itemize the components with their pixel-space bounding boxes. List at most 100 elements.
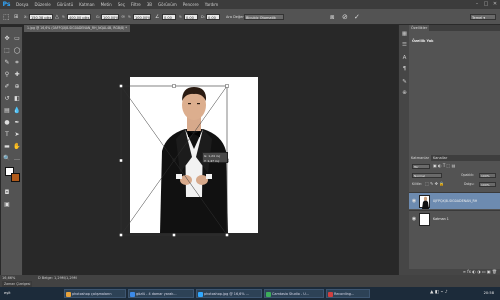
history-brush-tool-icon[interactable]: ↺ <box>3 95 11 103</box>
h-skew-input[interactable]: 0,00 <box>184 14 198 20</box>
relative-position-icon[interactable]: △ <box>55 13 59 21</box>
x-input[interactable]: 150,38 piks <box>29 14 53 20</box>
angle-input[interactable]: 0,00 <box>162 14 176 20</box>
interpolation-select[interactable]: Bicubic Otomatik <box>244 14 284 20</box>
photoshop-icon <box>198 291 203 297</box>
menu-metin[interactable]: Metin <box>98 2 115 7</box>
screen-mode-icon[interactable]: ▣ <box>3 201 11 209</box>
transform-box[interactable] <box>24 32 402 269</box>
layer-name: 0JFPQXJ8-SIG0ADENAN_RH <box>433 199 478 203</box>
maximize-button[interactable]: □ <box>483 1 489 7</box>
clone-source-panel-icon[interactable]: ⊕ <box>401 90 408 97</box>
lasso-tool-icon[interactable]: ◯ <box>13 47 21 55</box>
dodge-tool-icon[interactable]: ● <box>3 119 11 127</box>
paragraph-panel-icon[interactable]: ¶ <box>401 66 408 73</box>
clock[interactable]: 20:58 <box>484 289 494 298</box>
tray-icons[interactable]: ▲ ◧ ⌁ ♪ <box>430 290 448 295</box>
tab-channels[interactable]: Kanallar <box>431 155 449 161</box>
stamp-tool-icon[interactable]: ⊕ <box>13 83 21 91</box>
blur-tool-icon[interactable]: 💧 <box>13 107 21 115</box>
opacity-input[interactable]: 100% <box>479 173 496 178</box>
transform-tool-icon: ⬚ <box>3 13 10 21</box>
quick-select-tool-icon[interactable]: ✎ <box>3 59 11 67</box>
width-input[interactable]: 100,00% <box>101 14 119 20</box>
eraser-tool-icon[interactable]: ◧ <box>13 95 21 103</box>
layer-name: Katman 1 <box>433 217 449 221</box>
lock-label: Kilitle: <box>412 182 422 186</box>
taskbar-item[interactable]: gözlü - 4 damar yarak... <box>128 289 194 298</box>
v-skew-input[interactable]: 0,00 <box>206 14 220 20</box>
y-label: Y: <box>62 15 65 19</box>
minimize-button[interactable]: – <box>474 1 480 7</box>
menu-katman[interactable]: Katman <box>76 2 97 7</box>
layer-filter-select[interactable]: Tür <box>412 164 430 169</box>
close-window-button[interactable]: ✕ <box>492 1 498 7</box>
status-bar: 16,66% D Belge: 1,29M/1,29M Zaman Çizelg… <box>0 275 500 287</box>
taskbar-item[interactable]: photoshop çalışmaların <box>64 289 126 298</box>
menu-dosya[interactable]: Dosya <box>13 2 31 7</box>
eye-icon[interactable]: ◉ <box>411 198 417 204</box>
brush-panel-icon[interactable]: ✎ <box>401 79 408 86</box>
photoshop-logo: Ps <box>2 1 11 8</box>
menu-gorunum[interactable]: Görünüm <box>155 2 180 7</box>
browser-icon <box>130 291 135 297</box>
layer-row[interactable]: ◉ 0JFPQXJ8-SIG0ADENAN_RH <box>409 192 500 209</box>
h-label: Y: <box>128 15 131 19</box>
menu-3b[interactable]: 3B <box>144 2 155 7</box>
cancel-icon[interactable]: ⊘ <box>342 13 348 21</box>
link-icon[interactable]: ∞ <box>121 13 125 21</box>
reference-point-icon[interactable]: ⊞ <box>14 13 18 21</box>
start-button[interactable]: eşit <box>4 289 11 298</box>
layer-row[interactable]: ◉ Katman 1 <box>409 210 500 227</box>
warp-icon[interactable]: ⧈ <box>330 13 334 21</box>
gradient-tool-icon[interactable]: ▤ <box>3 107 11 115</box>
menu-yardim[interactable]: Yardım <box>202 2 221 7</box>
zoom-tool-icon[interactable]: 🔍 <box>3 155 11 163</box>
healing-tool-icon[interactable]: ✚ <box>13 71 21 79</box>
v-skew-label: D: <box>201 15 205 19</box>
menu-filtre[interactable]: Filtre <box>128 2 144 7</box>
check-icon[interactable]: ✓ <box>354 13 360 21</box>
extra-tools-icon[interactable]: … <box>13 155 21 163</box>
move-tool-icon[interactable]: ✥ <box>3 35 11 43</box>
pen-tool-icon[interactable]: ✒ <box>13 119 21 127</box>
filter-icons[interactable]: ▣ ◐ T ⬚ ▤ <box>433 163 455 168</box>
brush-tool-icon[interactable]: ✐ <box>3 83 11 91</box>
history-panel-icon[interactable]: ▦ <box>401 31 408 38</box>
type-tool-icon[interactable]: T <box>3 131 11 139</box>
taskbar-item[interactable]: Camtasia Studio - U... <box>264 289 324 298</box>
h-skew-label: Y: <box>179 15 182 19</box>
transform-readout: G: 1,24 inç Y: 1,47 inç <box>202 152 228 163</box>
shape-tool-icon[interactable]: ▬ <box>3 143 11 151</box>
height-input[interactable]: 100,00% <box>133 14 151 20</box>
blend-mode-select[interactable]: Normal <box>412 173 442 178</box>
taskbar-item[interactable]: photoshop.jpg @ 16,6% ... <box>196 289 262 298</box>
menu-goruntu[interactable]: Görüntü <box>54 2 76 7</box>
artboard-tool-icon[interactable]: ▭ <box>13 35 21 43</box>
menu-sec[interactable]: Seç <box>115 2 128 7</box>
eyedropper-tool-icon[interactable]: ⚲ <box>3 71 11 79</box>
menu-duzenle[interactable]: Düzenle <box>31 2 53 7</box>
x-label: X: <box>24 15 28 19</box>
properties-panel-icon[interactable]: ☰ <box>401 42 408 49</box>
marquee-tool-icon[interactable]: ⬚ <box>3 47 11 55</box>
character-panel-icon[interactable]: A <box>401 55 408 62</box>
layer-thumbnail <box>419 213 430 226</box>
folder-icon <box>66 291 71 297</box>
y-input[interactable]: 400,00 piks <box>67 14 91 20</box>
hand-tool-icon[interactable]: ✋ <box>13 143 21 151</box>
background-color-swatch[interactable] <box>11 173 20 182</box>
taskbar-item[interactable]: Recording... <box>326 289 370 298</box>
document-tab[interactable]: 1.jpg @ 16,6% (0AFFQXJ8-SIG0ADENAN_RH_NQ… <box>24 25 130 32</box>
eye-icon[interactable]: ◉ <box>411 216 417 222</box>
lock-icons[interactable]: ⬚ ✎ ✥ 🔒 <box>425 181 444 186</box>
quick-mask-icon[interactable]: ◘ <box>3 189 11 197</box>
tab-layers[interactable]: Katmanlar <box>409 155 432 161</box>
path-select-tool-icon[interactable]: ➤ <box>13 131 21 139</box>
interpolation-label: Ara Değer: <box>226 15 245 19</box>
fill-input[interactable]: 100% <box>479 182 496 187</box>
menu-pencere[interactable]: Pencere <box>180 2 202 7</box>
crop-tool-icon[interactable]: ⌗ <box>13 59 21 67</box>
workspace-select[interactable]: Temel ▾ <box>470 14 496 20</box>
fill-label: Dolgu: <box>464 182 475 186</box>
